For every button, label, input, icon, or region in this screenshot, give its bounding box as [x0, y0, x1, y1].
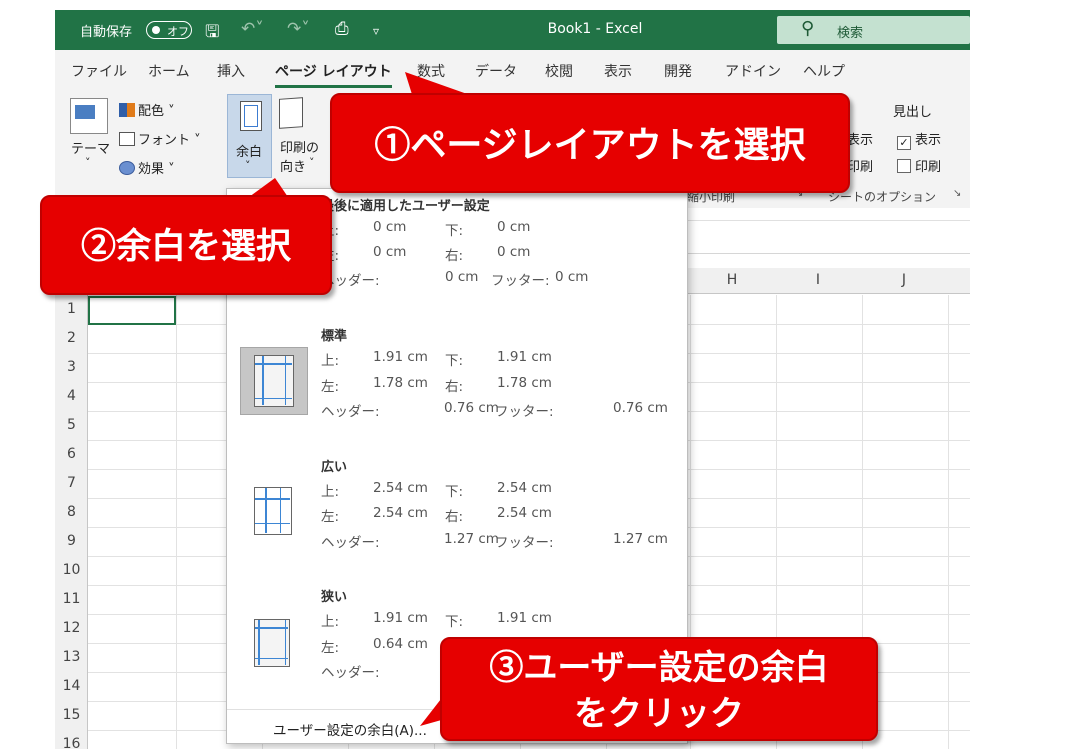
callout-step-1: ①ページレイアウトを選択 [330, 93, 850, 193]
callout-step-3-line-1: ③ユーザー設定の余白 [489, 648, 829, 688]
callout-step-3-line-2: をクリック [574, 694, 744, 734]
callout-step-3: ③ユーザー設定の余白 をクリック [440, 637, 878, 741]
callout-step-2: ②余白を選択 [40, 195, 332, 295]
